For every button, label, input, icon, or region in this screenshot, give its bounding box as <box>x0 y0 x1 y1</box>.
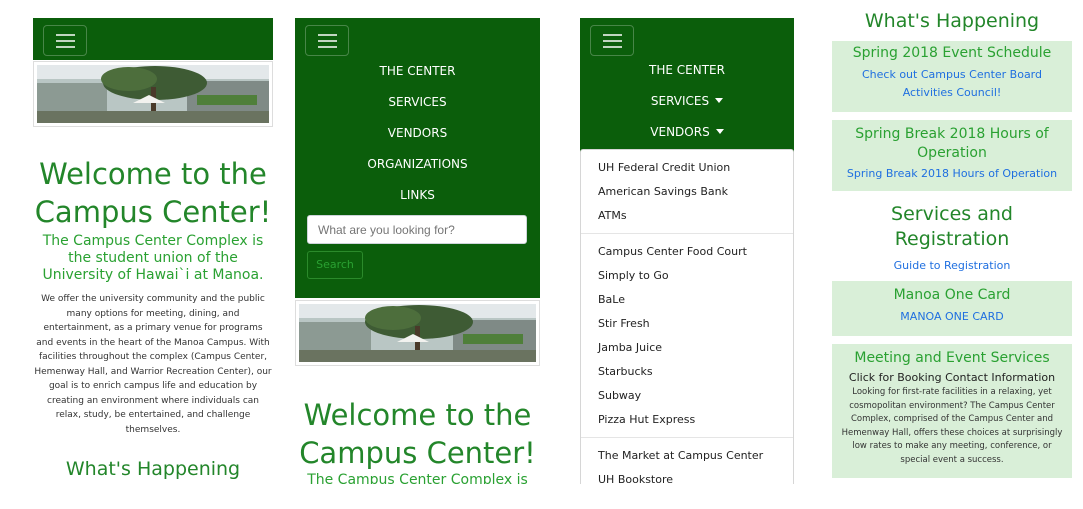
dropdown-item[interactable]: Stir Fresh <box>581 312 793 336</box>
dropdown-item[interactable]: UH Bookstore <box>581 468 793 484</box>
dropdown-item[interactable]: Simply to Go <box>581 264 793 288</box>
banner-image <box>295 300 540 366</box>
navbar-header: THE CENTER SERVICES VENDORS <box>580 18 794 149</box>
vendors-dropdown-menu: UH Federal Credit Union American Savings… <box>580 149 794 484</box>
nav-link-vendors[interactable]: VENDORS <box>295 118 540 149</box>
nav-link-links[interactable]: LINKS <box>295 180 540 211</box>
search-button[interactable]: Search <box>307 251 363 279</box>
caret-down-icon <box>715 129 724 134</box>
whats-happening-heading: What's Happening <box>864 10 1040 32</box>
nav-link-services[interactable]: SERVICES <box>295 87 540 118</box>
search-input[interactable] <box>307 215 527 244</box>
dropdown-divider <box>581 437 793 438</box>
dropdown-item[interactable]: Starbucks <box>581 360 793 384</box>
nav-link-the-center[interactable]: THE CENTER <box>580 55 794 86</box>
card-title: Manoa One Card <box>893 287 1011 303</box>
dropdown-item[interactable]: BaLe <box>581 288 793 312</box>
whats-happening-heading: What's Happening <box>65 458 241 480</box>
dropdown-item[interactable]: The Market at Campus Center <box>581 444 793 468</box>
mobile-view-home: Welcome to the Campus Center! The Campus… <box>33 18 273 484</box>
dropdown-item[interactable]: ATMs <box>581 204 793 228</box>
hamburger-menu-icon[interactable] <box>43 25 87 56</box>
hamburger-menu-icon[interactable] <box>590 25 634 56</box>
spring-schedule-card: Spring 2018 Event Schedule Check out Cam… <box>832 41 1072 112</box>
card-title: Meeting and Event Services <box>854 350 1050 366</box>
manoa-card-card: Manoa One Card MANOA ONE CARD <box>832 281 1072 336</box>
dropdown-item[interactable]: American Savings Bank <box>581 180 793 204</box>
navbar <box>33 18 273 60</box>
dropdown-item[interactable]: Subway <box>581 384 793 408</box>
nav-link-label: SERVICES <box>650 94 710 108</box>
banner-image <box>33 61 273 127</box>
hamburger-menu-icon[interactable] <box>305 25 349 56</box>
nav-link-the-center[interactable]: THE CENTER <box>295 56 540 87</box>
card-title: Spring Break 2018 Hours of Operation <box>855 126 1049 161</box>
welcome-title-line: Welcome to the <box>303 398 532 432</box>
nav-links: THE CENTER SERVICES VENDORS ORGANIZATION… <box>295 56 540 211</box>
welcome-title-line: Welcome to the <box>39 157 267 191</box>
welcome-title-line: Campus Center! <box>299 436 536 470</box>
dropdown-item[interactable]: Jamba Juice <box>581 336 793 360</box>
dropdown-item[interactable]: UH Federal Credit Union <box>581 156 793 180</box>
nav-links: THE CENTER SERVICES VENDORS <box>580 55 794 148</box>
nav-link-organizations[interactable]: ORGANIZATIONS <box>295 149 540 180</box>
spring-schedule-link[interactable]: Check out Campus Center Board Activities… <box>832 66 1072 102</box>
mobile-view-menu-open: THE CENTER SERVICES VENDORS ORGANIZATION… <box>295 18 540 484</box>
dropdown-item[interactable]: Campus Center Food Court <box>581 240 793 264</box>
spring-break-link[interactable]: Spring Break 2018 Hours of Operation <box>832 165 1072 183</box>
meeting-services-card: Meeting and Event Services Click for Boo… <box>832 344 1072 478</box>
mobile-view-happenings: What's Happening Spring 2018 Event Sched… <box>832 0 1072 484</box>
intro-paragraph: We offer the university community and th… <box>34 294 272 435</box>
nav-link-label: VENDORS <box>650 125 710 139</box>
tagline-partial: The Campus Center Complex is the <box>307 472 528 484</box>
navbar-expanded: THE CENTER SERVICES VENDORS ORGANIZATION… <box>295 18 540 298</box>
dropdown-item[interactable]: Pizza Hut Express <box>581 408 793 432</box>
dropdown-divider <box>581 233 793 234</box>
tagline: The Campus Center Complex is the student… <box>42 233 264 283</box>
welcome-title-line: Campus Center! <box>34 195 272 229</box>
mobile-view-vendors-dropdown: THE CENTER SERVICES VENDORS THE CENTER S… <box>580 18 794 484</box>
caret-down-icon <box>715 98 724 103</box>
booking-contact-text[interactable]: Click for Booking Contact Information <box>832 370 1072 386</box>
welcome-heading: Welcome to the Campus Center! <box>295 396 540 472</box>
nav-link-services[interactable]: SERVICES <box>580 86 794 117</box>
services-registration-heading: Services and Registration <box>891 203 1013 250</box>
meeting-description: Looking for first-rate facilities in a r… <box>841 387 1063 465</box>
welcome-heading: Welcome to the Campus Center! <box>33 155 273 231</box>
manoa-one-card-link[interactable]: MANOA ONE CARD <box>832 308 1072 326</box>
nav-link-vendors[interactable]: VENDORS <box>580 117 794 148</box>
guide-registration-link[interactable]: Guide to Registration <box>832 257 1072 275</box>
card-title: Spring 2018 Event Schedule <box>852 45 1052 61</box>
spring-break-card: Spring Break 2018 Hours of Operation Spr… <box>832 120 1072 191</box>
